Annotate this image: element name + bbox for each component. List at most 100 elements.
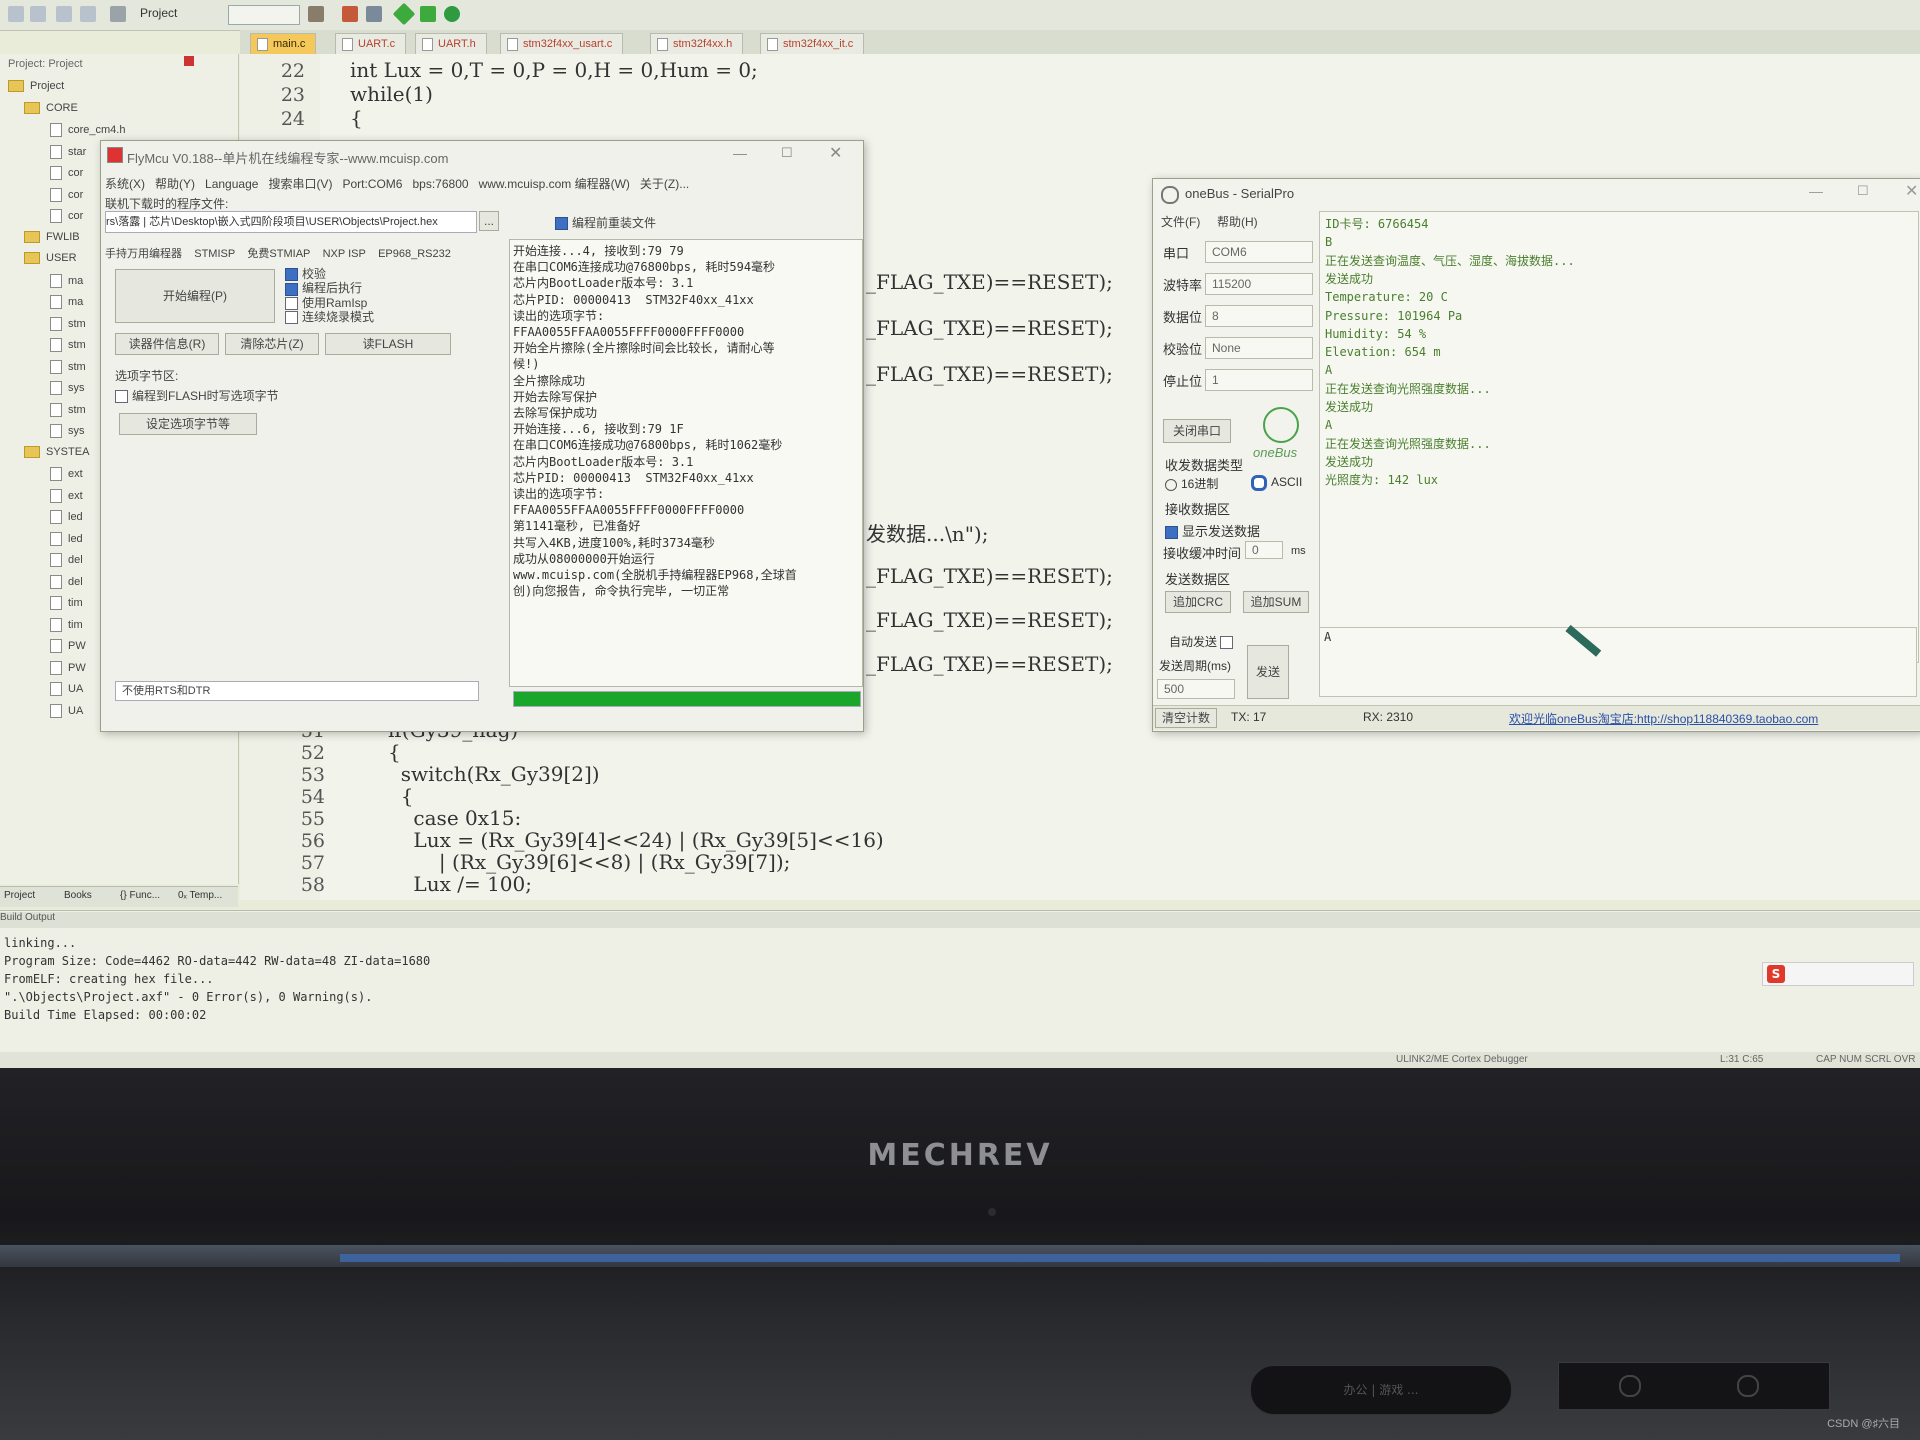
tree-file[interactable]: cor [50,187,83,202]
write-option-checkbox[interactable] [115,390,128,404]
tab-functions[interactable]: {} Func... [120,890,160,901]
menu-bps[interactable]: bps:76800 [412,177,468,191]
tab-books[interactable]: Books [64,890,92,901]
tree-file[interactable]: del [50,574,83,589]
shop-link[interactable]: 欢迎光临oneBus淘宝店:http://shop118840369.taoba… [1509,710,1818,727]
ime-toolbar[interactable]: S [1762,962,1914,986]
verify-checkbox[interactable] [285,268,298,282]
tree-file[interactable]: cor [50,166,83,180]
tree-folder[interactable]: SYSTEA [24,446,89,458]
tree-file[interactable]: tim [50,596,83,610]
continuous-checkbox[interactable] [285,311,298,325]
field-select[interactable]: None [1205,337,1313,359]
hex-radio-dot[interactable] [1165,478,1177,491]
erase-chip-button[interactable]: 清除芯片(Z) [225,333,319,355]
save-all-icon[interactable] [80,6,96,22]
tree-file[interactable]: PW [50,639,86,653]
close-port-button[interactable]: 关闭串口 [1163,419,1231,443]
tree-folder[interactable]: Project [8,80,64,93]
send-period-input[interactable]: 500 [1157,679,1235,699]
save-icon[interactable] [56,6,72,22]
tree-file[interactable]: stm [50,402,86,417]
manage-components-icon[interactable] [342,6,358,22]
menu-help[interactable]: 帮助(Y) [155,177,195,191]
tree-file[interactable]: core_cm4.h [50,123,125,137]
maximize-icon[interactable]: ☐ [1857,183,1869,199]
verify-option[interactable]: 校验 [285,267,374,282]
send-button[interactable]: 发送 [1247,645,1289,699]
ramisp-checkbox[interactable] [285,296,298,310]
append-sum-button[interactable]: 追加SUM [1243,591,1309,613]
write-option-bytes[interactable]: 编程到FLASH时写选项字节 [115,387,279,404]
tab-ep968[interactable]: EP968_RS232 [378,248,451,260]
auto-send-option[interactable]: 自动发送 [1169,633,1237,650]
tree-file[interactable]: led [50,510,83,524]
tree-file[interactable]: led [50,531,83,546]
tree-folder[interactable]: FWLIB [24,231,80,243]
close-icon[interactable]: ✕ [829,143,842,163]
tree-file[interactable]: cor [50,209,83,223]
minimize-icon[interactable]: — [733,145,747,161]
file-path-input[interactable]: rs\落露 | 芯片\Desktop\嵌入式四阶段项目\USER\Objects… [105,211,477,233]
menu-programmer[interactable]: www.mcuisp.com 编程器(W) [479,177,630,191]
tree-file[interactable]: ext [50,488,83,503]
tab-stm32f4xx-h[interactable]: stm32f4xx.h [650,33,744,54]
field-select[interactable]: COM6 [1205,241,1313,263]
tree-file[interactable]: tim [50,617,83,632]
menu-about[interactable]: 关于(Z)... [640,177,689,191]
debug-icon[interactable] [444,6,460,22]
menu-language[interactable]: Language [205,177,258,191]
reload-checkbox[interactable] [555,217,568,231]
menu-search-port[interactable]: 搜索串口(V) [268,177,332,191]
tab-handheld[interactable]: 手持万用编程器 [105,248,182,260]
close-icon[interactable]: ✕ [1905,181,1918,201]
tree-file[interactable]: UA [50,703,83,718]
tab-uart-c[interactable]: UART.c [335,33,407,54]
read-info-button[interactable]: 读器件信息(R) [115,333,219,355]
open-file-icon[interactable] [30,6,46,22]
start-program-button[interactable]: 开始编程(P) [115,269,275,323]
field-select[interactable]: 8 [1205,305,1313,327]
magic-wand-icon[interactable] [308,6,324,22]
tree-folder[interactable]: CORE [24,102,78,114]
target-select[interactable] [228,5,300,25]
menu-help[interactable]: 帮助(H) [1217,215,1258,229]
minimize-icon[interactable]: — [1809,183,1823,199]
tab-stm32f4xx-it-c[interactable]: stm32f4xx_it.c [760,33,865,54]
send-input[interactable]: A [1319,627,1917,697]
tree-file[interactable]: stm [50,359,86,374]
field-select[interactable]: 115200 [1205,273,1313,295]
menu-system[interactable]: 系统(X) [105,177,145,191]
tab-stmisp[interactable]: STMISP [194,248,235,260]
tree-file[interactable]: UA [50,682,83,696]
show-send-checkbox[interactable] [1165,526,1178,540]
rts-dtr-select[interactable]: 不使用RTS和DTR [115,681,479,701]
tree-file[interactable]: sys [50,424,85,438]
show-send-option[interactable]: 显示发送数据 [1165,521,1260,540]
pack-installer-icon[interactable] [366,6,382,22]
tab-main-c[interactable]: main.c [250,33,317,54]
run-after-checkbox[interactable] [285,282,298,296]
tree-file[interactable]: del [50,553,83,567]
continuous-option[interactable]: 连续烧录模式 [285,310,374,325]
tree-folder[interactable]: USER [24,252,77,265]
menu-port[interactable]: Port:COM6 [342,177,402,191]
tab-templates[interactable]: 0ₓ Temp... [178,890,222,901]
read-flash-button[interactable]: 读FLASH [325,333,451,355]
field-select[interactable]: 1 [1205,369,1313,391]
tree-file[interactable]: PW [50,660,86,675]
sogou-ime-icon[interactable]: S [1767,965,1785,983]
ascii-radio[interactable]: ASCII [1251,475,1302,491]
new-file-icon[interactable] [8,6,24,22]
load-download-icon[interactable] [420,6,436,22]
tab-stmiap[interactable]: 免费STMIAP [247,248,310,260]
tab-uart-h[interactable]: UART.h [415,33,487,54]
maximize-icon[interactable]: ☐ [781,145,793,161]
tree-file[interactable]: ma [50,295,83,309]
menu-file[interactable]: 文件(F) [1161,215,1200,229]
tab-project[interactable]: Project [4,890,35,901]
tree-file[interactable]: stm [50,316,86,331]
auto-send-checkbox[interactable] [1220,636,1234,650]
tree-file[interactable]: ext [50,467,83,481]
ramisp-option[interactable]: 使用RamIsp [285,296,374,310]
